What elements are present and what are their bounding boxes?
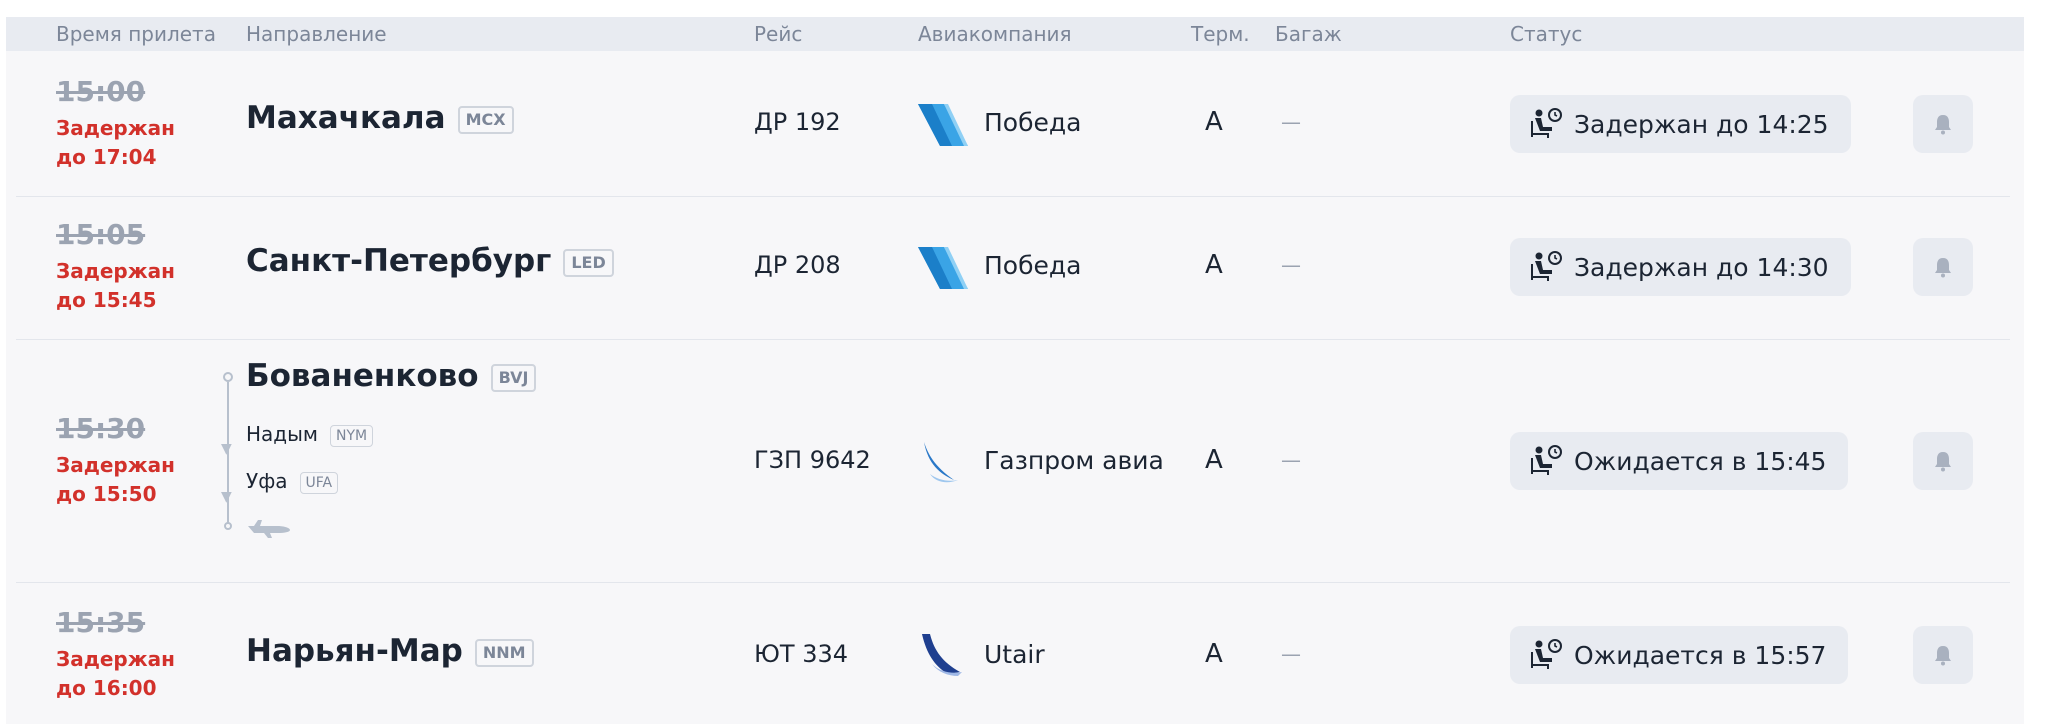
airline-name: Победа xyxy=(984,108,1082,137)
flight-number[interactable]: ДР 208 xyxy=(754,251,841,279)
status-text: Ожидается в 15:57 xyxy=(1574,640,1827,670)
stop-code: NYM xyxy=(330,424,374,447)
gazprom-avia-logo xyxy=(924,442,958,483)
airport-code: MCX xyxy=(457,105,514,134)
stop-city: Надым xyxy=(246,422,319,446)
row-divider xyxy=(16,339,2010,340)
destination-city: Махачкала MCX xyxy=(246,100,514,136)
subscribe-button[interactable] xyxy=(1913,626,1973,684)
waiting-passenger-icon xyxy=(1531,445,1562,475)
delay-status-line1: Задержан xyxy=(56,116,175,140)
airline-name: Газпром авиа xyxy=(984,446,1164,475)
delay-status-line2: до 15:45 xyxy=(56,288,157,312)
bell-icon xyxy=(1935,258,1951,278)
route-start-dot xyxy=(223,372,233,382)
flight-number[interactable]: ЮТ 334 xyxy=(754,640,848,668)
airport-code: NNM xyxy=(474,638,534,667)
header-direction: Направление xyxy=(246,22,387,46)
city-name: Махачкала xyxy=(246,100,446,136)
flight-number[interactable]: ДР 192 xyxy=(754,108,841,136)
baggage-belt: — xyxy=(1281,110,1301,134)
status-badge: Задержан до 14:30 xyxy=(1510,238,1851,296)
utair-logo xyxy=(922,634,962,676)
delay-status-line1: Задержан xyxy=(56,259,175,283)
scheduled-time: 15:00 xyxy=(56,75,146,108)
status-text: Задержан до 14:25 xyxy=(1574,109,1829,139)
airport-code: BVJ xyxy=(490,363,537,392)
pobeda-logo xyxy=(918,247,968,289)
subscribe-button[interactable] xyxy=(1913,95,1973,153)
airport-code: LED xyxy=(563,248,614,277)
terminal: A xyxy=(1205,250,1223,280)
scheduled-time: 15:35 xyxy=(56,606,146,639)
terminal: A xyxy=(1205,107,1223,137)
header-flight: Рейс xyxy=(754,22,803,46)
baggage-belt: — xyxy=(1281,253,1301,277)
status-badge: Ожидается в 15:45 xyxy=(1510,432,1849,490)
delay-status-line1: Задержан xyxy=(56,647,175,671)
stop-code: UFA xyxy=(299,471,339,494)
delay-status-line2: до 15:50 xyxy=(56,482,157,506)
airline-name: Победа xyxy=(984,251,1082,280)
header-terminal: Терм. xyxy=(1191,22,1250,46)
status-badge: Ожидается в 15:57 xyxy=(1510,626,1849,684)
city-name: Нарьян-Мар xyxy=(246,633,463,669)
baggage-belt: — xyxy=(1281,448,1301,472)
subscribe-button[interactable] xyxy=(1913,432,1973,490)
bell-icon xyxy=(1935,115,1951,135)
destination-city: Бованенково BVJ xyxy=(246,358,537,394)
bell-icon xyxy=(1935,646,1951,666)
baggage-belt: — xyxy=(1281,642,1301,666)
terminal: A xyxy=(1205,445,1223,475)
route-end-dot xyxy=(224,522,232,530)
waiting-passenger-icon xyxy=(1531,251,1562,281)
row-divider xyxy=(16,582,2010,583)
stop-city: Уфа xyxy=(246,469,288,493)
terminal: A xyxy=(1205,639,1223,669)
header-status: Статус xyxy=(1510,22,1583,46)
header-baggage: Багаж xyxy=(1275,22,1342,46)
header-arrival-time: Время прилета xyxy=(56,22,216,46)
stop-item: Уфа UFA xyxy=(246,469,339,494)
status-badge: Задержан до 14:25 xyxy=(1510,95,1851,153)
waiting-passenger-icon xyxy=(1531,108,1562,138)
header-airline: Авиакомпания xyxy=(918,22,1072,46)
delay-status-line2: до 16:00 xyxy=(56,676,157,700)
route-arrow-icon: ▼ xyxy=(221,441,232,457)
delay-status-line2: до 17:04 xyxy=(56,145,157,169)
pobeda-logo xyxy=(918,104,968,146)
flight-number[interactable]: ГЗП 9642 xyxy=(754,446,871,474)
row-divider xyxy=(16,196,2010,197)
scheduled-time: 15:30 xyxy=(56,412,146,445)
waiting-passenger-icon xyxy=(1531,639,1562,669)
city-name: Санкт-Петербург xyxy=(246,243,552,279)
bell-icon xyxy=(1935,452,1951,472)
delay-status-line1: Задержан xyxy=(56,453,175,477)
route-arrow-icon: ▼ xyxy=(221,489,232,505)
airline-name: Utair xyxy=(984,640,1045,669)
scheduled-time: 15:05 xyxy=(56,218,146,251)
plane-icon xyxy=(248,520,290,538)
city-name: Бованенково xyxy=(246,358,479,394)
stop-item: Надым NYM xyxy=(246,422,374,447)
status-text: Задержан до 14:30 xyxy=(1574,252,1829,282)
destination-city: Нарьян-Мар NNM xyxy=(246,633,534,669)
subscribe-button[interactable] xyxy=(1913,238,1973,296)
destination-city: Санкт-Петербург LED xyxy=(246,243,614,279)
status-text: Ожидается в 15:45 xyxy=(1574,446,1827,476)
